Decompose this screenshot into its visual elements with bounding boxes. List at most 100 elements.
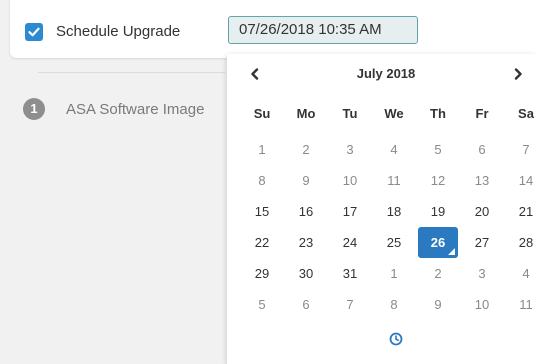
datetime-input[interactable]: 07/26/2018 10:35 AM (228, 16, 418, 44)
calendar-day[interactable]: 7 (328, 289, 372, 320)
calendar-day[interactable]: 4 (372, 134, 416, 165)
calendar-day[interactable]: 11 (504, 289, 535, 320)
calendar-day[interactable]: 1 (240, 134, 284, 165)
schedule-upgrade-checkbox[interactable] (25, 23, 43, 41)
calendar-day-label: 16 (298, 204, 314, 219)
calendar-day[interactable]: 1 (372, 258, 416, 289)
calendar-day-label: 4 (390, 142, 398, 157)
calendar-day[interactable]: 13 (460, 165, 504, 196)
step-number-badge: 1 (23, 98, 45, 120)
calendar-day[interactable]: 22 (240, 227, 284, 258)
weekday-label: Sa (518, 106, 534, 121)
weekday-label: Su (253, 106, 271, 121)
calendar-day-label: 9 (434, 297, 442, 312)
calendar-day-label: 13 (474, 173, 490, 188)
calendar-day-label: 21 (518, 204, 534, 219)
calendar-day[interactable]: 29 (240, 258, 284, 289)
calendar-day-label: 11 (519, 297, 533, 312)
calendar-day[interactable]: 24 (328, 227, 372, 258)
calendar-day-label: 20 (474, 204, 490, 219)
weekday-label: Mo (296, 106, 316, 121)
calendar-day-label: 10 (474, 297, 490, 312)
time-picker-toggle[interactable] (389, 332, 403, 346)
calendar-week-row: 5 6 7 8 9 10 11 (240, 289, 535, 320)
calendar-day[interactable]: 10 (328, 165, 372, 196)
calendar-day-label: 29 (254, 266, 270, 281)
calendar-day[interactable]: 5 (416, 134, 460, 165)
calendar-day[interactable]: 9 (284, 165, 328, 196)
calendar-day[interactable]: 19 (416, 196, 460, 227)
calendar-week-row: 29 30 31 1 2 3 4 (240, 258, 535, 289)
calendar-day-label: 19 (430, 204, 446, 219)
calendar-day-selected[interactable]: 26 (416, 227, 460, 258)
calendar-day-label: 9 (302, 173, 310, 188)
calendar-day[interactable]: 2 (416, 258, 460, 289)
calendar-day-label: 4 (522, 266, 530, 281)
next-month-button[interactable] (511, 64, 525, 84)
calendar-day[interactable]: 21 (504, 196, 535, 227)
calendar-day-label: 18 (386, 204, 402, 219)
calendar-week-row: 1 2 3 4 5 6 7 (240, 134, 535, 165)
calendar-day[interactable]: 27 (460, 227, 504, 258)
calendar-day[interactable]: 4 (504, 258, 535, 289)
calendar-day[interactable]: 23 (284, 227, 328, 258)
datepicker-popup: July 2018 Su Mo Tu We Th Fr Sa 123456789… (227, 54, 535, 364)
calendar-day-label: 12 (430, 173, 446, 188)
calendar-day[interactable]: 7 (504, 134, 535, 165)
calendar-day[interactable]: 5 (240, 289, 284, 320)
calendar-day[interactable]: 30 (284, 258, 328, 289)
calendar-day-label: 23 (298, 235, 314, 250)
calendar-day-label: 1 (390, 266, 398, 281)
calendar-day[interactable]: 6 (284, 289, 328, 320)
calendar-day[interactable]: 6 (460, 134, 504, 165)
calendar-day-label: 7 (522, 142, 530, 157)
weekday-label: We (384, 106, 404, 121)
checkmark-icon (28, 27, 40, 37)
divider (38, 72, 225, 73)
weekday-label: Th (430, 106, 446, 121)
calendar-day-label: 6 (478, 142, 486, 157)
weekday-header: Su Mo Tu We Th Fr Sa (240, 106, 535, 121)
weekday-label: Fr (475, 106, 489, 121)
calendar-day[interactable]: 14 (504, 165, 535, 196)
calendar-day[interactable]: 8 (372, 289, 416, 320)
calendar-day[interactable]: 11 (372, 165, 416, 196)
calendar-day[interactable]: 3 (328, 134, 372, 165)
calendar-day[interactable]: 8 (240, 165, 284, 196)
calendar-day-label: 1 (258, 142, 266, 157)
calendar-day-label: 8 (390, 297, 398, 312)
calendar-day[interactable]: 16 (284, 196, 328, 227)
calendar-grid: 1 2 3 4 5 6 7 8 9 10 11 12 13 14 15 16 17 18 19 20 21 22 23 24 2… (240, 134, 535, 320)
calendar-day[interactable]: 3 (460, 258, 504, 289)
calendar-day-label: 3 (478, 266, 486, 281)
calendar-day-label: 5 (258, 297, 266, 312)
weekday-label: Tu (342, 106, 358, 121)
calendar-day-label: 8 (258, 173, 266, 188)
calendar-day[interactable]: 18 (372, 196, 416, 227)
calendar-day-label: 24 (342, 235, 358, 250)
calendar-day[interactable]: 15 (240, 196, 284, 227)
month-title[interactable]: July 2018 (227, 64, 535, 84)
calendar-day[interactable]: 28 (504, 227, 535, 258)
clock-icon (389, 332, 403, 346)
calendar-day[interactable]: 10 (460, 289, 504, 320)
calendar-week-row: 8 9 10 11 12 13 14 (240, 165, 535, 196)
calendar-day-label: 11 (387, 173, 401, 188)
calendar-day[interactable]: 17 (328, 196, 372, 227)
calendar-day[interactable]: 25 (372, 227, 416, 258)
calendar-day-label: 31 (342, 266, 358, 281)
calendar-day-label: 10 (342, 173, 358, 188)
calendar-day[interactable]: 20 (460, 196, 504, 227)
datepicker-header: July 2018 (227, 64, 535, 84)
calendar-day-label: 14 (518, 173, 534, 188)
calendar-day-label: 28 (518, 235, 534, 250)
calendar-week-row: 22 23 24 25 26 27 28 (240, 227, 535, 258)
calendar-day-label: 6 (302, 297, 310, 312)
calendar-week-row: 15 16 17 18 19 20 21 (240, 196, 535, 227)
calendar-day-label: 17 (342, 204, 358, 219)
schedule-upgrade-label: Schedule Upgrade (56, 23, 181, 40)
calendar-day[interactable]: 2 (284, 134, 328, 165)
calendar-day[interactable]: 31 (328, 258, 372, 289)
calendar-day[interactable]: 12 (416, 165, 460, 196)
calendar-day[interactable]: 9 (416, 289, 460, 320)
